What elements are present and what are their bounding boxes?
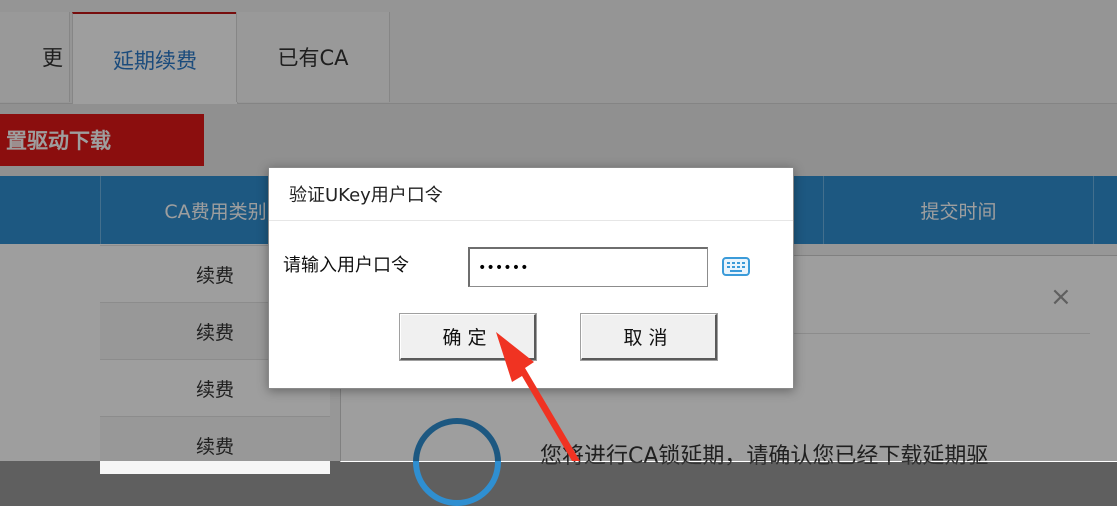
cancel-button[interactable]: 取消 — [580, 313, 718, 361]
dialog-title: 验证UKey用户口令 — [269, 168, 793, 221]
keyboard-icon[interactable] — [721, 254, 751, 278]
password-label: 请输入用户口令 — [283, 255, 409, 276]
ukey-password-dialog: 验证UKey用户口令 请输入用户口令 确定 取消 — [268, 167, 794, 389]
password-input[interactable] — [468, 247, 708, 287]
confirm-button[interactable]: 确定 — [399, 313, 537, 361]
